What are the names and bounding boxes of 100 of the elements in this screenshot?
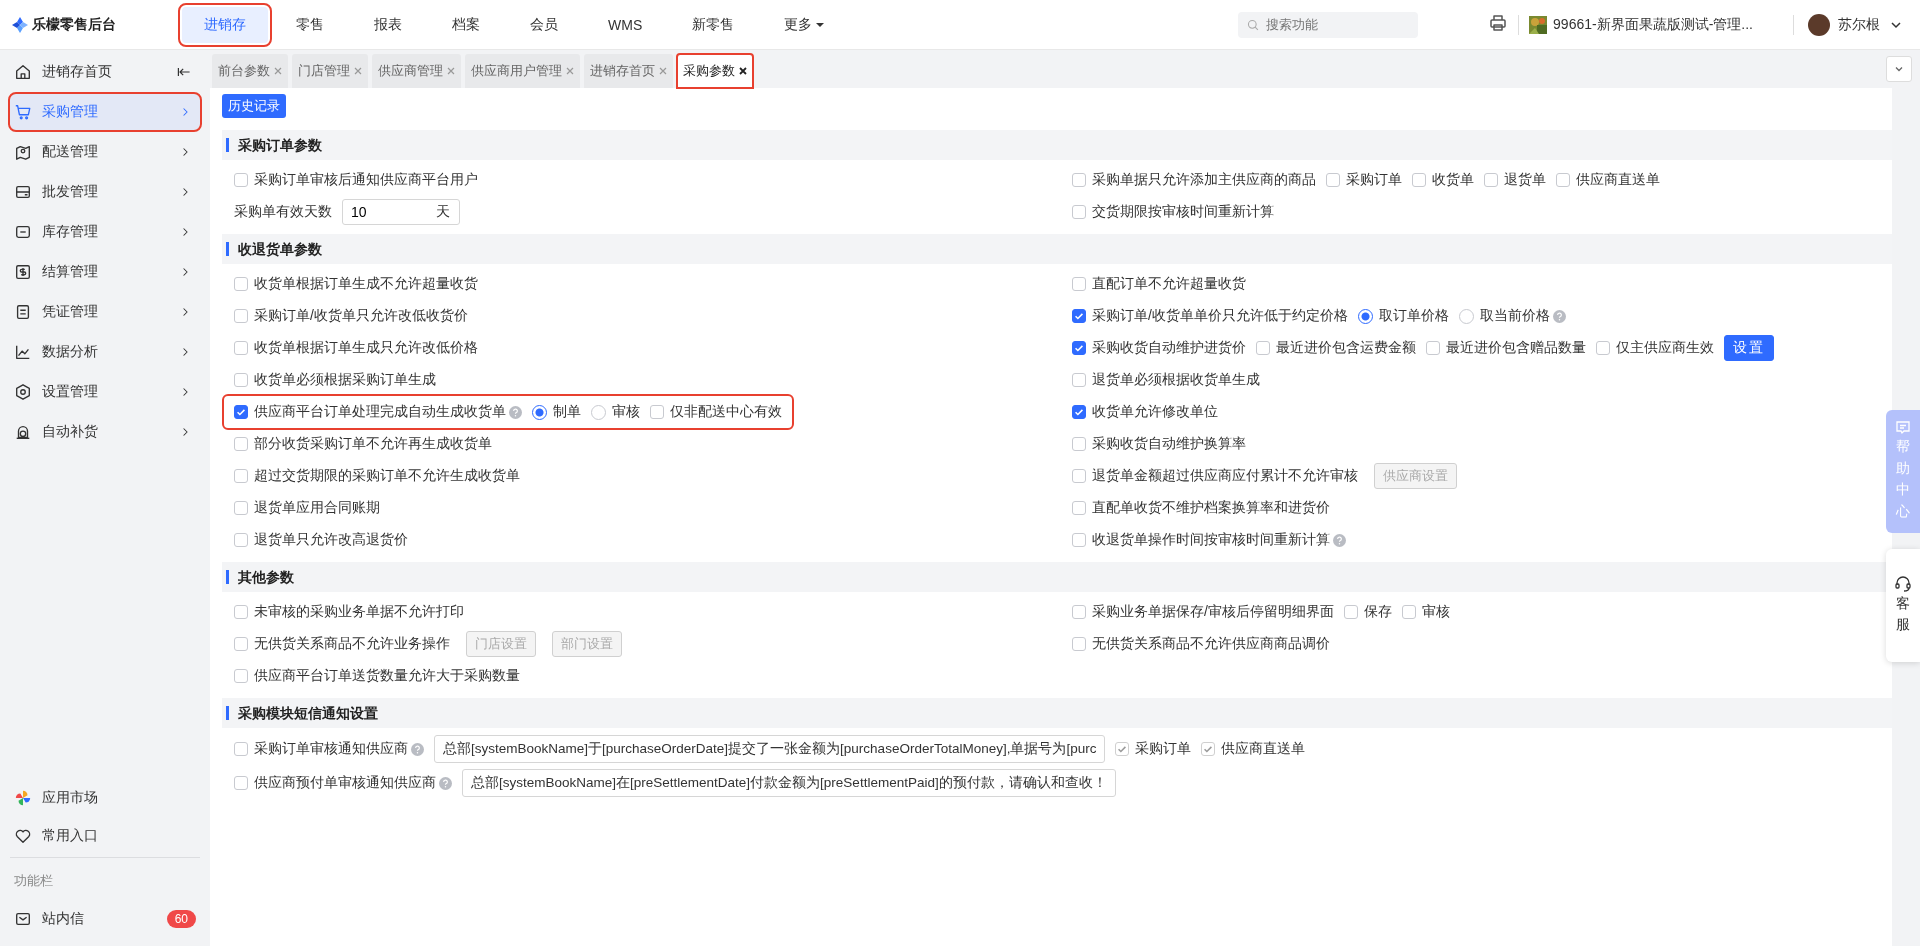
help-icon[interactable]: [439, 776, 452, 790]
history-button[interactable]: 历史记录: [222, 94, 286, 118]
sidebar-item[interactable]: 自动补货: [10, 414, 200, 450]
radio-button[interactable]: [1357, 308, 1373, 324]
checkbox[interactable]: [1072, 277, 1086, 291]
checkbox[interactable]: [1343, 605, 1358, 619]
nav-tab[interactable]: 档案: [430, 6, 502, 43]
checkbox[interactable]: [1412, 173, 1426, 187]
checkbox-label: 供应商直送单: [1576, 171, 1660, 189]
checkbox[interactable]: [234, 637, 248, 651]
checkbox[interactable]: [1072, 205, 1086, 219]
tab[interactable]: 供应商用户管理: [465, 54, 580, 88]
tab[interactable]: 采购参数: [677, 54, 753, 88]
radio-button[interactable]: [591, 404, 606, 420]
checkbox-label: 超过交货期限的采购订单不允许生成收货单: [254, 467, 520, 485]
tab[interactable]: 进销存首页: [584, 54, 673, 88]
sidebar-item[interactable]: 批发管理: [10, 174, 200, 210]
checkbox[interactable]: [234, 469, 248, 483]
checkbox[interactable]: [1256, 341, 1270, 355]
checkbox[interactable]: [1072, 501, 1086, 515]
checkbox[interactable]: [650, 405, 664, 419]
checkbox[interactable]: [234, 669, 248, 683]
checkbox[interactable]: [1072, 405, 1086, 419]
checkbox[interactable]: [1072, 469, 1086, 483]
checkbox-label: 采购订单/收货单只允许改低收货价: [254, 307, 468, 325]
help-icon[interactable]: [1552, 309, 1566, 323]
search-field[interactable]: 搜索功能: [1238, 11, 1419, 38]
help-icon[interactable]: [411, 742, 424, 756]
close-icon[interactable]: [739, 67, 747, 75]
radio-button[interactable]: [532, 404, 547, 420]
checkbox[interactable]: [1072, 373, 1086, 387]
text-field[interactable]: 总部[systemBookName]在[preSettlementDate]付款金额为[preSettlementPaid]的预付款，请确认和查收！: [462, 769, 1116, 797]
text-field[interactable]: 总部[systemBookName]于[purchaseOrderDate]提交了一张金额为[purchaseOrderTotalMoney],单据号为[purc: [434, 735, 1106, 763]
checkbox-label: 保存: [1363, 603, 1392, 621]
checkbox-label: 供应商直送单: [1221, 740, 1306, 758]
checkbox[interactable]: [1072, 533, 1086, 547]
checkbox[interactable]: [1072, 637, 1086, 651]
box-icon: [14, 223, 32, 241]
sidebar-item[interactable]: 配送管理: [10, 134, 200, 170]
tab-menu-button[interactable]: [1886, 56, 1912, 82]
help-icon[interactable]: [509, 405, 522, 419]
service-tab[interactable]: 客服: [1886, 548, 1920, 663]
avatar[interactable]: [1808, 13, 1830, 36]
checkbox[interactable]: [1426, 341, 1440, 355]
store-name[interactable]: 99661-新界面果蔬版测试-管理...: [1553, 15, 1753, 34]
radio-button[interactable]: [1458, 308, 1474, 324]
checkbox[interactable]: [234, 405, 248, 419]
checkbox[interactable]: [1072, 173, 1086, 187]
checkbox[interactable]: [1072, 309, 1086, 323]
sidebar-item[interactable]: 站内信 60: [10, 900, 200, 938]
checkbox[interactable]: [1072, 341, 1086, 355]
tab[interactable]: 门店管理: [292, 54, 368, 88]
checkbox-label: 供应商预付单审核通知供应商: [254, 774, 436, 792]
checkbox[interactable]: [234, 742, 248, 756]
tab[interactable]: 前台参数: [212, 54, 288, 88]
checkbox-label: 收货单允许修改单位: [1092, 403, 1218, 421]
sidebar-item[interactable]: 常用入口: [10, 817, 200, 855]
checkbox-label: 收退货单操作时间按审核时间重新计算: [1092, 531, 1330, 549]
settings-button[interactable]: 设置: [1724, 335, 1774, 361]
checkbox[interactable]: [1401, 605, 1416, 619]
nav-tab[interactable]: 会员: [508, 6, 580, 43]
checkbox[interactable]: [234, 309, 248, 323]
checkbox[interactable]: [234, 277, 248, 291]
nav-tab[interactable]: 更多: [762, 6, 847, 43]
checkbox[interactable]: [234, 437, 248, 451]
checkbox[interactable]: [1484, 173, 1498, 187]
user-name[interactable]: 苏尔根: [1838, 15, 1880, 34]
checkbox[interactable]: [1072, 437, 1086, 451]
sidebar-item[interactable]: 结算管理: [10, 254, 200, 290]
checkbox[interactable]: [234, 533, 248, 547]
field-label: 采购单有效天数: [234, 203, 332, 221]
checkbox[interactable]: [1596, 341, 1610, 355]
nav-tab[interactable]: 新零售: [670, 6, 757, 43]
sidebar-item[interactable]: 凭证管理: [10, 294, 200, 330]
checkbox[interactable]: [234, 605, 248, 619]
settings-icon: [14, 383, 32, 401]
checkbox[interactable]: [234, 776, 248, 790]
radio-label: 取当前价格: [1479, 307, 1550, 325]
checkbox[interactable]: [234, 341, 248, 355]
checkbox-label: 采购收货自动维护进货价: [1092, 339, 1246, 357]
sidebar-item[interactable]: 应用市场: [10, 779, 200, 817]
sidebar-item[interactable]: 设置管理: [10, 374, 200, 410]
sidebar-item[interactable]: 采购管理: [10, 94, 200, 130]
sidebar-item[interactable]: 数据分析: [10, 334, 200, 370]
checkbox[interactable]: [234, 373, 248, 387]
mail-icon: [14, 910, 32, 928]
nav-tab[interactable]: 报表: [352, 6, 424, 43]
sidebar-item[interactable]: 进销存首页: [10, 54, 200, 90]
radio-label: 取订单价格: [1378, 307, 1449, 325]
checkbox[interactable]: [1326, 173, 1340, 187]
checkbox[interactable]: [1072, 605, 1086, 619]
checkbox[interactable]: [1556, 173, 1570, 187]
checkbox[interactable]: [234, 501, 248, 515]
checkbox-label: 供应商平台订单处理完成自动生成收货单: [254, 403, 506, 421]
nav-tab[interactable]: 零售: [274, 6, 346, 43]
help-icon[interactable]: [1333, 533, 1346, 547]
nav-tab[interactable]: WMS: [586, 6, 665, 43]
tab[interactable]: 供应商管理: [372, 54, 461, 88]
checkbox[interactable]: [234, 173, 248, 187]
sidebar-item[interactable]: 库存管理: [10, 214, 200, 250]
